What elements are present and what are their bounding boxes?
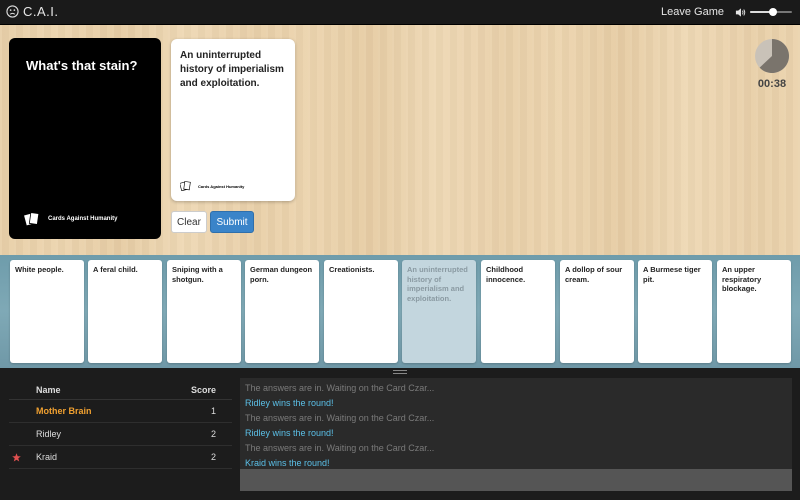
resize-handle[interactable] (393, 370, 407, 374)
submit-button[interactable]: Submit (210, 211, 254, 233)
hand-card[interactable]: A Burmese tiger pit. (638, 260, 712, 363)
card-czar-star-icon (12, 453, 21, 462)
hand-card[interactable]: Sniping with a shotgun. (167, 260, 241, 363)
clear-button[interactable]: Clear (171, 211, 207, 233)
top-bar: C.A.I. Leave Game (0, 0, 800, 25)
app-title: C.A.I. (23, 4, 59, 19)
hand-card[interactable]: An uninterrupted history of imperialism … (402, 260, 476, 363)
player-score: 2 (210, 452, 216, 462)
score-column-header: Score (190, 384, 216, 395)
player-row: Ridley 2 (9, 423, 232, 446)
chat-log: The answers are in. Waiting on the Card … (240, 378, 792, 470)
app-brand: C.A.I. (6, 4, 59, 19)
player-row: Mother Brain 1 (9, 400, 232, 423)
player-name: Mother Brain (36, 406, 92, 416)
player-score: 1 (210, 406, 216, 416)
timer-display: 00:38 (757, 78, 787, 90)
played-card-logo: Cards Against Humanity (180, 181, 244, 191)
leave-game-link[interactable]: Leave Game (661, 6, 724, 18)
frown-face-icon (6, 5, 19, 18)
chat-panel: The answers are in. Waiting on the Card … (240, 378, 792, 491)
chat-message: Ridley wins the round! (245, 428, 334, 438)
scoreboard-header: Name Score (9, 380, 232, 400)
player-row: Kraid 2 (9, 446, 232, 469)
bottom-panel: Name Score Mother Brain 1 Ridley 2 Kraid 2 Th… (0, 368, 800, 500)
speaker-icon[interactable] (735, 7, 746, 18)
hand-card[interactable]: An upper respiratory blockage. (717, 260, 791, 363)
black-card-logo: Cards Against Humanity (24, 212, 117, 226)
black-card-brand: Cards Against Humanity (48, 216, 118, 222)
hand-area: White people. A feral child. Sniping with … (0, 255, 800, 368)
timer-pie-icon (755, 39, 789, 73)
hand-card[interactable]: Childhood innocence. (481, 260, 555, 363)
hand-card[interactable]: A dollop of sour cream. (560, 260, 634, 363)
cards-logo-icon (180, 181, 191, 191)
player-name: Ridley (36, 429, 62, 439)
game-table: What's that stain? Cards Against Humanit… (0, 25, 800, 255)
chat-message: The answers are in. Waiting on the Card … (245, 443, 435, 453)
black-card: What's that stain? Cards Against Humanit… (9, 38, 161, 239)
chat-message: The answers are in. Waiting on the Card … (245, 413, 435, 423)
chat-message: The answers are in. Waiting on the Card … (245, 383, 435, 393)
round-timer: 00:38 (752, 38, 792, 90)
black-card-text: What's that stain? (26, 58, 138, 73)
hand-card[interactable]: A feral child. (88, 260, 162, 363)
chat-message: Ridley wins the round! (245, 398, 334, 408)
played-card-brand: Cards Against Humanity (198, 183, 245, 189)
player-score: 2 (210, 429, 216, 439)
hand-card[interactable]: Creationists. (324, 260, 398, 363)
volume-slider[interactable] (750, 6, 792, 18)
hand-card[interactable]: White people. (10, 260, 84, 363)
volume-knob[interactable] (769, 8, 778, 16)
played-card-text: An uninterrupted history of imperialism … (180, 50, 284, 89)
hand-card[interactable]: German dungeon porn. (245, 260, 319, 363)
played-white-card[interactable]: An uninterrupted history of imperialism … (171, 39, 295, 201)
cards-logo-icon (24, 212, 40, 226)
chat-input[interactable] (240, 469, 792, 491)
volume-control (735, 6, 792, 18)
scoreboard: Name Score Mother Brain 1 Ridley 2 Kraid 2 (0, 380, 232, 469)
player-name: Kraid (36, 452, 58, 462)
name-column-header: Name (36, 384, 61, 395)
